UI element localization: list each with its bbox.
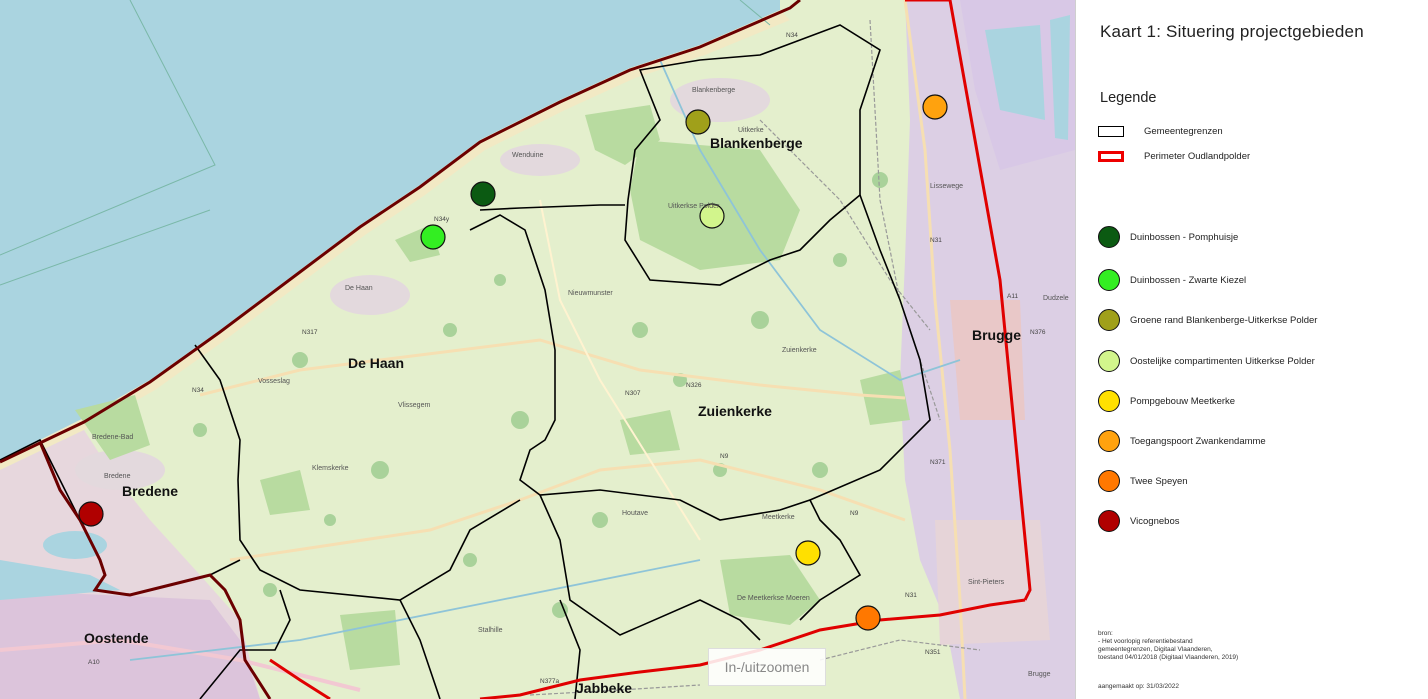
map-canvas[interactable]: Wenduine Uitkerke Blankenberge De Haan N… — [0, 0, 1075, 699]
label-brugge-small: Brugge — [1028, 671, 1051, 678]
place-oostende: Oostende — [84, 630, 149, 646]
legend-item-gemeentegrenzen: Gemeentegrenzen — [1098, 126, 1223, 137]
label-stalhille: Stalhille — [478, 627, 503, 634]
point-groene-rand[interactable] — [685, 109, 711, 135]
road-label-n351: N351 — [925, 649, 941, 656]
label-nieuwmunster: Nieuwmunster — [568, 290, 613, 297]
label-lissewege: Lissewege — [930, 183, 963, 190]
map-view[interactable]: Wenduine Uitkerke Blankenberge De Haan N… — [0, 0, 1075, 699]
point-duinbossen-zwarte-kiezel[interactable] — [420, 224, 446, 250]
road-label-n326: N326 — [686, 382, 702, 389]
legend-label: Groene rand Blankenberge-Uitkerkse Polde… — [1130, 314, 1318, 326]
road-label-n307: N307 — [625, 390, 641, 397]
legend-item-project: Vicognebos — [1098, 510, 1179, 532]
legend-label: Oostelijke compartimenten Uitkerkse Pold… — [1130, 355, 1315, 367]
road-label-n9: N9 — [720, 453, 729, 460]
legend-circle-icon — [1098, 430, 1120, 452]
label-klemskerke: Klemskerke — [312, 465, 349, 472]
label-uitkerkse-polder: Uitkerkse Polder — [668, 203, 720, 210]
label-dudzele: Dudzele — [1043, 295, 1069, 302]
point-twee-speyen[interactable] — [855, 605, 881, 631]
label-bredene-small: Bredene — [104, 473, 131, 480]
legend-label: Pompgebouw Meetkerke — [1130, 395, 1236, 407]
legend-label: Twee Speyen — [1130, 475, 1188, 487]
road-label-a10: A10 — [88, 659, 100, 666]
legend-circle-icon — [1098, 350, 1120, 372]
road-label-n377a: N377a — [540, 678, 560, 685]
road-label-n34y: N34y — [434, 216, 450, 223]
legend-item-project: Duinbossen - Zwarte Kiezel — [1098, 269, 1246, 291]
point-toegangspoort-zwankendamme[interactable] — [922, 94, 948, 120]
map-title: Kaart 1: Situering projectgebieden — [1100, 22, 1364, 41]
legend-label: Toegangspoort Zwankendamme — [1130, 435, 1266, 447]
label-vlissegem: Vlissegem — [398, 402, 430, 409]
legend-label: Vicognebos — [1130, 515, 1180, 527]
road-label-n371: N371 — [930, 459, 946, 466]
label-houtave: Houtave — [622, 510, 648, 517]
legend-item-project: Duinbossen - Pomphuisje — [1098, 226, 1238, 248]
road-label-n34: N34 — [786, 32, 798, 39]
legend-circle-icon — [1098, 470, 1120, 492]
road-label-a11: A11 — [1007, 293, 1018, 300]
road-label-n9-east: N9 — [850, 510, 859, 517]
label-sint-pieters: Sint-Pieters — [968, 579, 1005, 586]
panel-divider — [1075, 0, 1090, 699]
legend-heading: Legende — [1100, 90, 1157, 106]
place-de-haan: De Haan — [348, 355, 404, 371]
point-vicognebos[interactable] — [78, 501, 104, 527]
place-zuienkerke: Zuienkerke — [698, 403, 772, 419]
legend-item-project: Toegangspoort Zwankendamme — [1098, 430, 1266, 452]
label-uitkerke: Uitkerke — [738, 127, 764, 134]
legend-label: Perimeter Oudlandpolder — [1144, 151, 1251, 162]
source-line: gemeentegrenzen, Digitaal Vlaanderen, — [1098, 646, 1213, 653]
zoom-button[interactable]: In-/uitzoomen — [708, 648, 826, 686]
place-brugge: Brugge — [972, 327, 1021, 343]
label-blankenberge-small: Blankenberge — [692, 87, 735, 94]
road-label-n31: N31 — [930, 237, 942, 244]
label-meetkerkse-moeren: De Meetkerkse Moeren — [737, 595, 810, 602]
legend-circle-icon — [1098, 510, 1120, 532]
label-meetkerke: Meetkerke — [762, 514, 795, 521]
legend-item-project: Pompgebouw Meetkerke — [1098, 390, 1235, 412]
label-de-haan-small: De Haan — [345, 285, 373, 292]
road-label-n34-west: N34 — [192, 387, 204, 394]
legend-item-project: Oostelijke compartimenten Uitkerkse Pold… — [1098, 350, 1315, 372]
urban-brugge — [950, 300, 1025, 420]
source-line: toestand 04/01/2018 (Digitaal Vlaanderen… — [1098, 654, 1239, 661]
point-pompgebouw-meetkerke[interactable] — [795, 540, 821, 566]
label-wenduine: Wenduine — [512, 152, 544, 159]
legend-label: Gemeentegrenzen — [1144, 126, 1223, 137]
legend-item-project: Groene rand Blankenberge-Uitkerkse Polde… — [1098, 309, 1317, 331]
legend-item-project: Twee Speyen — [1098, 470, 1188, 492]
legend-label: Duinbossen - Pomphuisje — [1130, 231, 1239, 243]
perimeter-swatch — [1098, 151, 1124, 162]
label-bredene-bad: Bredene-Bad — [92, 434, 133, 441]
legend-panel: Kaart 1: Situering projectgebieden Legen… — [1090, 0, 1428, 699]
point-duinbossen-pomphuisje[interactable] — [470, 181, 496, 207]
source-note: bron: - Het voorlopig referentiebestand … — [1098, 630, 1238, 662]
label-zuienkerke-small: Zuienkerke — [782, 347, 817, 354]
source-line: bron: — [1098, 630, 1113, 637]
legend-circle-icon — [1098, 226, 1120, 248]
town-wenduine — [500, 144, 580, 176]
place-jabbeke: Jabbeke — [576, 680, 632, 696]
label-vosseslag: Vosseslag — [258, 378, 290, 385]
created-date: aangemaakt op: 31/03/2022 — [1098, 683, 1179, 690]
legend-label: Duinbossen - Zwarte Kiezel — [1130, 274, 1247, 286]
road-label-n317: N317 — [302, 329, 318, 336]
boundary-swatch — [1098, 126, 1124, 137]
legend-circle-icon — [1098, 309, 1120, 331]
road-label-n376: N376 — [1030, 329, 1046, 336]
place-blankenberge: Blankenberge — [710, 135, 803, 151]
legend-circle-icon — [1098, 390, 1120, 412]
legend-item-perimeter: Perimeter Oudlandpolder — [1098, 151, 1250, 162]
legend-circle-icon — [1098, 269, 1120, 291]
source-line: - Het voorlopig referentiebestand — [1098, 638, 1193, 645]
place-bredene: Bredene — [122, 483, 178, 499]
town-de-haan — [330, 275, 410, 315]
road-label-n31-south: N31 — [905, 592, 917, 599]
